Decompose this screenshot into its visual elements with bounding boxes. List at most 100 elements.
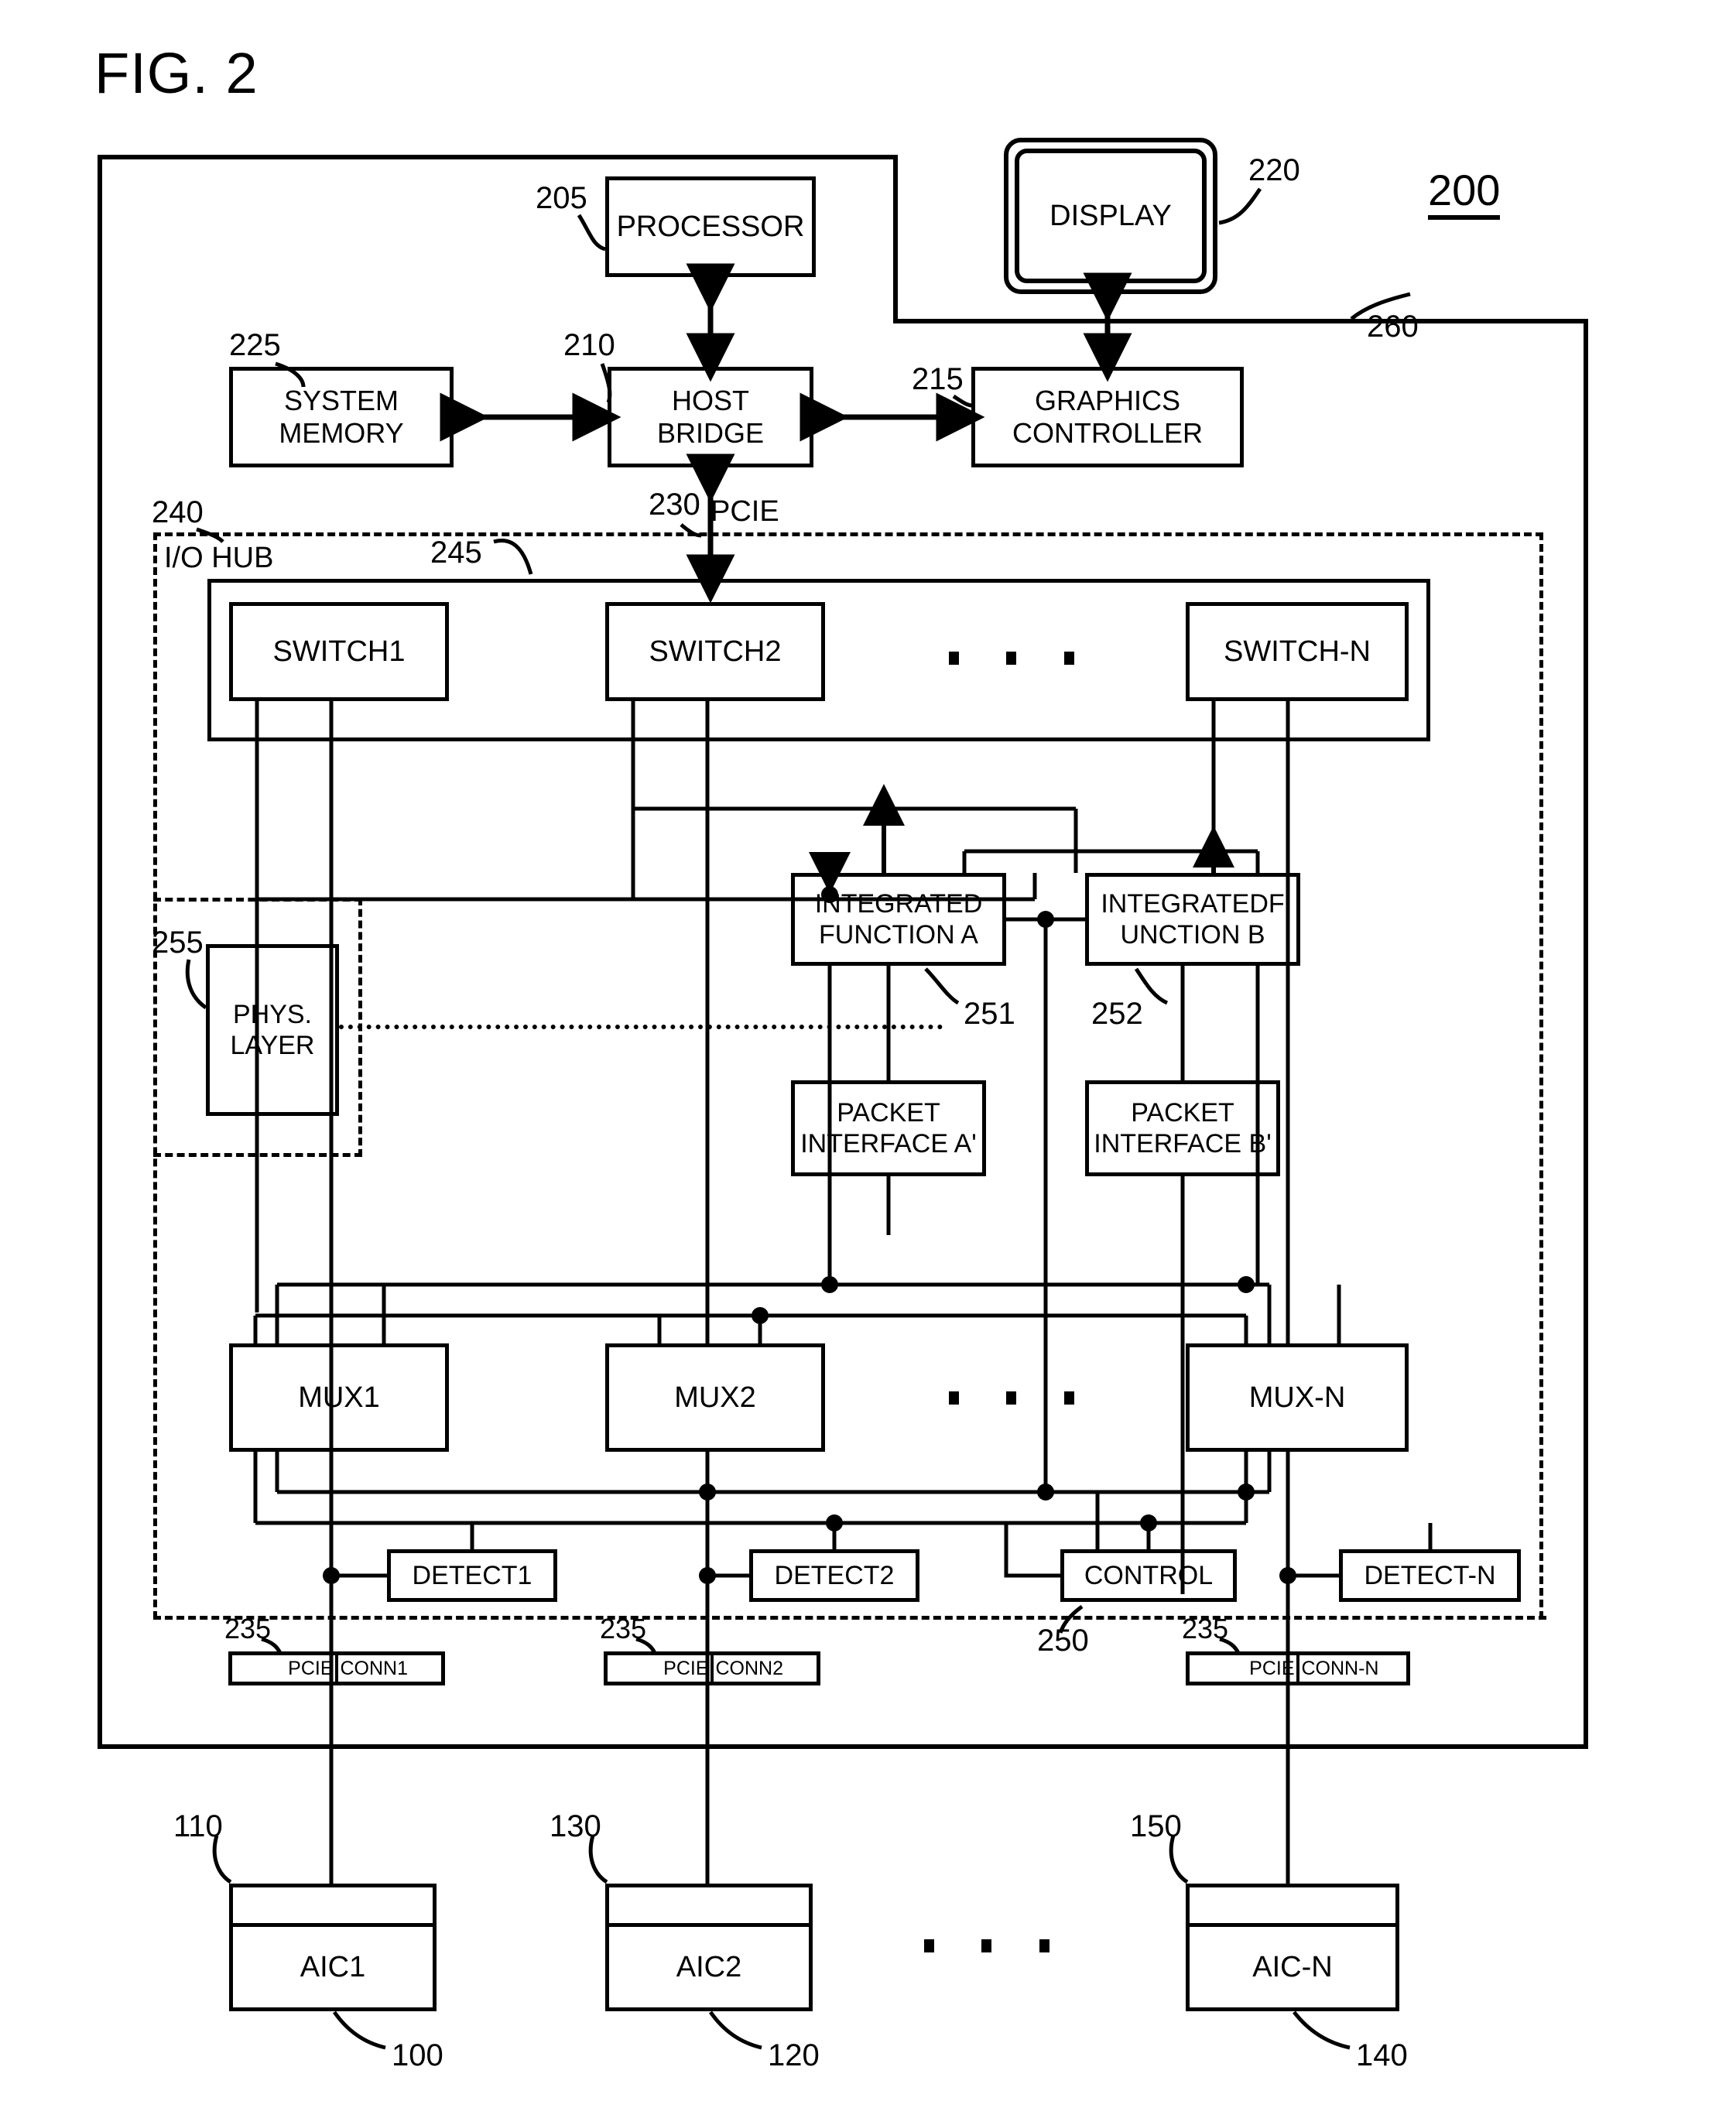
switchn-block: SWITCH-N bbox=[1186, 602, 1409, 701]
packet-interface-a-label: PACKET INTERFACE A' bbox=[800, 1097, 977, 1158]
io-hub-label: I/O HUB bbox=[164, 542, 274, 574]
processor-label: PROCESSOR bbox=[616, 210, 805, 243]
phys-layer-block: PHYS. LAYER bbox=[206, 944, 339, 1116]
ref-235-b: 235 bbox=[600, 1613, 647, 1644]
ref-245: 245 bbox=[430, 536, 482, 570]
aicn-card: AIC-N bbox=[1186, 1884, 1399, 2011]
mux2-block: MUX2 bbox=[605, 1343, 825, 1452]
muxn-label: MUX-N bbox=[1248, 1381, 1346, 1414]
pcie-connector-2[interactable]: PCIE CONN2 bbox=[604, 1651, 820, 1685]
system-memory-label: SYSTEM MEMORY bbox=[279, 384, 404, 449]
ref-210: 210 bbox=[563, 328, 615, 362]
ref-130: 130 bbox=[550, 1809, 601, 1843]
control-label: CONTROL bbox=[1084, 1560, 1214, 1590]
aicn-label: AIC-N bbox=[1252, 1950, 1333, 1983]
aic2-edge-connector bbox=[609, 1887, 809, 1927]
aic2-card: AIC2 bbox=[605, 1884, 813, 2011]
ref-110: 110 bbox=[173, 1809, 223, 1843]
detectn-block: DETECT-N bbox=[1339, 1549, 1521, 1602]
pcie-connector-1-right: CONN1 bbox=[340, 1657, 409, 1679]
ellipsis-dot-switch-1 bbox=[949, 652, 959, 665]
detect1-label: DETECT1 bbox=[412, 1560, 532, 1590]
aic1-card: AIC1 bbox=[229, 1884, 437, 2011]
aic1-label: AIC1 bbox=[300, 1950, 366, 1983]
pcie-connector-n[interactable]: PCIE CONN-N bbox=[1186, 1651, 1410, 1685]
graphics-controller-block: GRAPHICS CONTROLLER bbox=[971, 367, 1244, 467]
mux2-label: MUX2 bbox=[674, 1381, 756, 1414]
host-bridge-block: HOST BRIDGE bbox=[608, 367, 813, 467]
switch2-block: SWITCH2 bbox=[605, 602, 825, 701]
mux1-label: MUX1 bbox=[298, 1381, 380, 1414]
integrated-function-a-label: INTEGRATED FUNCTION A bbox=[814, 888, 983, 950]
host-bridge-label: HOST BRIDGE bbox=[656, 384, 765, 449]
packet-interface-b-label: PACKET INTERFACE B' bbox=[1094, 1097, 1272, 1158]
pcie-connector-1-left: PCIE bbox=[288, 1657, 334, 1679]
ref-205: 205 bbox=[536, 181, 587, 215]
ref-225: 225 bbox=[229, 328, 281, 362]
system-ref-200: 200 bbox=[1428, 169, 1501, 220]
display-label: DISPLAY bbox=[1049, 199, 1172, 232]
io-hub-boundary-right bbox=[1539, 532, 1543, 1619]
phys-layer-region-bottom bbox=[153, 1153, 362, 1157]
ref-215: 215 bbox=[912, 362, 964, 396]
integrated-function-a-block: INTEGRATED FUNCTION A bbox=[791, 873, 1006, 966]
phys-layer-label: PHYS. LAYER bbox=[230, 999, 315, 1060]
chassis-right-edge bbox=[1584, 319, 1588, 1749]
pcie-connector-n-left: PCIE bbox=[1249, 1657, 1295, 1679]
switch1-label: SWITCH1 bbox=[272, 635, 406, 668]
packet-interface-a-block: PACKET INTERFACE A' bbox=[791, 1080, 986, 1176]
pcie-link-label: PCIE bbox=[710, 495, 779, 528]
phys-layer-region-top bbox=[153, 898, 362, 902]
ref-235-a: 235 bbox=[224, 1613, 272, 1644]
ref-240: 240 bbox=[152, 495, 204, 529]
mux1-block: MUX1 bbox=[229, 1343, 449, 1452]
ref-252: 252 bbox=[1091, 997, 1143, 1031]
graphics-controller-label: GRAPHICS CONTROLLER bbox=[1012, 384, 1204, 449]
aic2-label: AIC2 bbox=[676, 1950, 742, 1983]
pcie-connector-2-left: PCIE bbox=[663, 1657, 709, 1679]
detect2-block: DETECT2 bbox=[749, 1549, 919, 1602]
chassis-top-right-edge bbox=[893, 319, 1588, 323]
ref-255: 255 bbox=[152, 926, 204, 960]
ref-220: 220 bbox=[1248, 153, 1300, 187]
aicn-edge-connector bbox=[1190, 1887, 1395, 1927]
ref-250: 250 bbox=[1037, 1624, 1089, 1658]
ellipsis-dot-aic-3 bbox=[1039, 1939, 1049, 1952]
system-memory-block: SYSTEM MEMORY bbox=[229, 367, 454, 467]
chassis-top-left-edge bbox=[98, 155, 898, 159]
ellipsis-dot-aic-2 bbox=[981, 1939, 991, 1952]
io-hub-boundary-bottom bbox=[153, 1616, 1546, 1620]
pcie-connector-1[interactable]: PCIE CONN1 bbox=[228, 1651, 445, 1685]
detect1-block: DETECT1 bbox=[387, 1549, 557, 1602]
phys-layer-divider-dotted bbox=[339, 1025, 943, 1029]
packet-interface-b-block: PACKET INTERFACE B' bbox=[1085, 1080, 1280, 1176]
ref-100: 100 bbox=[392, 2038, 443, 2072]
pcie-connector-2-right: CONN2 bbox=[715, 1657, 784, 1679]
ellipsis-dot-mux-2 bbox=[1006, 1391, 1016, 1405]
chassis-notch-vertical bbox=[893, 155, 898, 323]
pcie-connector-n-right: CONN-N bbox=[1301, 1657, 1379, 1679]
ref-150: 150 bbox=[1130, 1809, 1182, 1843]
integrated-function-b-label: INTEGRATEDF UNCTION B bbox=[1101, 888, 1285, 950]
ref-235-c: 235 bbox=[1182, 1613, 1229, 1644]
ellipsis-dot-mux-1 bbox=[949, 1391, 959, 1405]
muxn-block: MUX-N bbox=[1186, 1343, 1409, 1452]
chassis-bottom-edge bbox=[98, 1744, 1588, 1749]
integrated-function-b-block: INTEGRATEDF UNCTION B bbox=[1085, 873, 1300, 966]
switch1-block: SWITCH1 bbox=[229, 602, 449, 701]
detectn-label: DETECT-N bbox=[1364, 1560, 1496, 1590]
ellipsis-dot-aic-1 bbox=[924, 1939, 934, 1952]
switchn-label: SWITCH-N bbox=[1224, 635, 1371, 668]
ref-120: 120 bbox=[768, 2038, 820, 2072]
aic1-edge-connector bbox=[233, 1887, 433, 1927]
chassis-left-edge bbox=[98, 155, 102, 1749]
ref-260: 260 bbox=[1367, 310, 1419, 344]
ref-230: 230 bbox=[649, 488, 700, 522]
switch2-label: SWITCH2 bbox=[649, 635, 782, 668]
processor-block: PROCESSOR bbox=[605, 176, 816, 277]
patent-figure-canvas: FIG. 2 200 260 PROCESSOR 205 DISPLAY 220… bbox=[0, 0, 1736, 2108]
ellipsis-dot-switch-3 bbox=[1064, 652, 1074, 665]
ellipsis-dot-switch-2 bbox=[1006, 652, 1016, 665]
detect2-label: DETECT2 bbox=[774, 1560, 895, 1590]
display-block: DISPLAY bbox=[1015, 149, 1207, 283]
